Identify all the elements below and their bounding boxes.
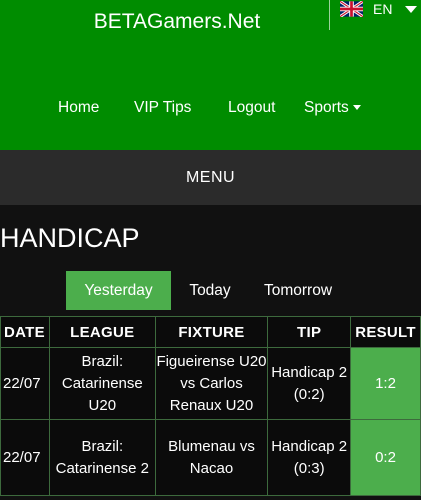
language-selector[interactable]: EN [340, 0, 418, 18]
cell-result: 1:2 [350, 347, 421, 420]
site-header: BETAGamers.Net EN Home VIP Tips Logout S… [0, 0, 421, 150]
column-header-tip: TIP [267, 316, 352, 348]
page: BETAGamers.Net EN Home VIP Tips Logout S… [0, 0, 421, 500]
nav-item-logout[interactable]: Logout [228, 99, 275, 117]
table-row: 22/07 Brazil: Catarinense U20 Figueirens… [0, 347, 421, 420]
cell-tip: Handicap 2 (0:3) [267, 419, 352, 496]
column-header-date: DATE [0, 316, 50, 348]
chevron-down-icon [405, 5, 418, 13]
cell-league: Brazil: Catarinense 2 [48, 419, 156, 496]
nav-item-vip-tips[interactable]: VIP Tips [134, 99, 191, 117]
day-tabs: Yesterday Today Tomorrow [66, 271, 347, 310]
main-nav: Home VIP Tips Logout Sports [0, 99, 421, 121]
tips-table: DATE LEAGUE FIXTURE TIP RESULT 22/07 Bra… [0, 316, 421, 496]
cell-date: 22/07 [0, 419, 50, 496]
handicap-section: HANDICAP Yesterday Today Tomorrow DATE L… [0, 205, 421, 500]
nav-item-sports[interactable]: Sports [304, 99, 361, 117]
language-divider [329, 0, 330, 30]
nav-item-home[interactable]: Home [58, 99, 99, 117]
language-code: EN [373, 1, 393, 17]
tab-yesterday[interactable]: Yesterday [66, 271, 171, 310]
column-header-fixture: FIXTURE [154, 316, 269, 348]
table-header-row: DATE LEAGUE FIXTURE TIP RESULT [0, 316, 421, 348]
cell-fixture: Figueirense U20 vs Carlos Renaux U20 [154, 347, 269, 420]
page-title: HANDICAP [0, 223, 140, 253]
tab-today[interactable]: Today [171, 271, 249, 310]
uk-flag-icon [340, 1, 363, 17]
site-title[interactable]: BETAGamers.Net [0, 10, 354, 34]
column-header-league: LEAGUE [48, 316, 156, 348]
tab-tomorrow[interactable]: Tomorrow [249, 271, 347, 310]
menu-toggle-button[interactable]: MENU [0, 150, 421, 205]
column-header-result: RESULT [350, 316, 421, 348]
cell-fixture: Blumenau vs Nacao [154, 419, 269, 496]
nav-item-sports-label: Sports [304, 99, 349, 116]
cell-tip: Handicap 2 (0:2) [267, 347, 352, 420]
cell-date: 22/07 [0, 347, 50, 420]
cell-result: 0:2 [350, 419, 421, 496]
table-row: 22/07 Brazil: Catarinense 2 Blumenau vs … [0, 419, 421, 496]
cell-league: Brazil: Catarinense U20 [48, 347, 156, 420]
chevron-down-icon [352, 105, 361, 111]
